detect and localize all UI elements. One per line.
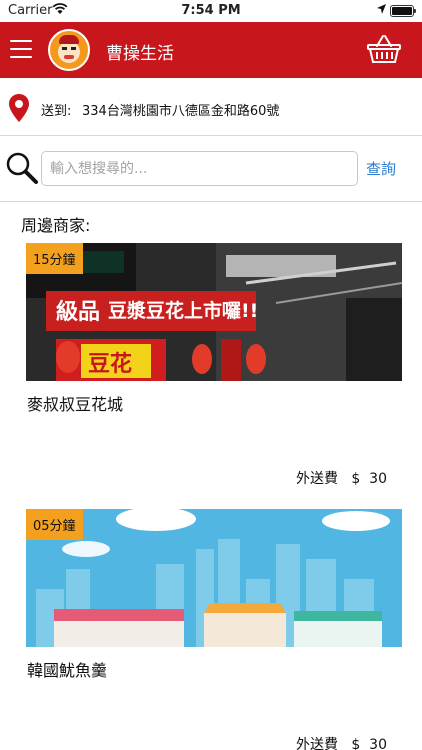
- delivery-fee-label: 外送費: [296, 737, 339, 750]
- merchant-photo: 05分鐘: [26, 509, 402, 647]
- search-input[interactable]: [41, 151, 358, 186]
- eta-badge: 15分鐘: [26, 243, 83, 274]
- merchant-photo: 級品 豆漿豆花上市囉!! 豆花 15分鐘: [26, 243, 402, 381]
- address-value: 334台灣桃園市八德區金和路60號: [82, 104, 280, 119]
- status-bar: Carrier 7:54 PM: [0, 0, 422, 22]
- merchant-name: 麥叔叔豆花城: [27, 395, 124, 414]
- merchant-name: 韓國魷魚羹: [27, 661, 108, 680]
- battery-icon: [390, 5, 416, 17]
- merchant-sign-text: 級品: [56, 299, 100, 325]
- menu-icon[interactable]: [10, 40, 32, 60]
- delivery-fee-label: 外送費: [296, 471, 339, 487]
- merchant-card[interactable]: 05分鐘 韓國魷魚羹 外送費 $ 30: [26, 509, 402, 750]
- status-time: 7:54 PM: [181, 3, 241, 18]
- delivery-address-row[interactable]: 送到: 334台灣桃園市八德區金和路60號: [0, 78, 422, 136]
- map-pin-icon: [9, 94, 29, 122]
- search-icon: [6, 152, 38, 184]
- delivery-fee: 外送費 $ 30: [296, 468, 387, 488]
- nav-bar: 曹操生活: [0, 22, 422, 78]
- app-title: 曹操生活: [106, 44, 174, 64]
- delivery-fee-value: $ 30: [351, 737, 387, 750]
- search-button[interactable]: 查詢: [366, 158, 396, 179]
- address-label: 送到:: [41, 104, 72, 119]
- location-arrow-icon: [377, 4, 386, 14]
- delivery-fee: 外送費 $ 30: [296, 734, 387, 750]
- eta-badge: 05分鐘: [26, 509, 83, 540]
- logo: [48, 29, 90, 71]
- merchant-card[interactable]: 級品 豆漿豆花上市囉!! 豆花 15分鐘 麥叔叔豆花城 外送費 $ 30: [26, 243, 402, 487]
- delivery-fee-value: $ 30: [351, 471, 387, 487]
- search-row: 查詢: [0, 136, 422, 202]
- basket-icon[interactable]: [366, 34, 402, 64]
- merchant-sign-text: 豆漿豆花上市囉!!: [108, 299, 258, 322]
- nearby-merchants-title: 周邊商家:: [21, 216, 91, 235]
- merchant-sign-text: 豆花: [88, 351, 132, 377]
